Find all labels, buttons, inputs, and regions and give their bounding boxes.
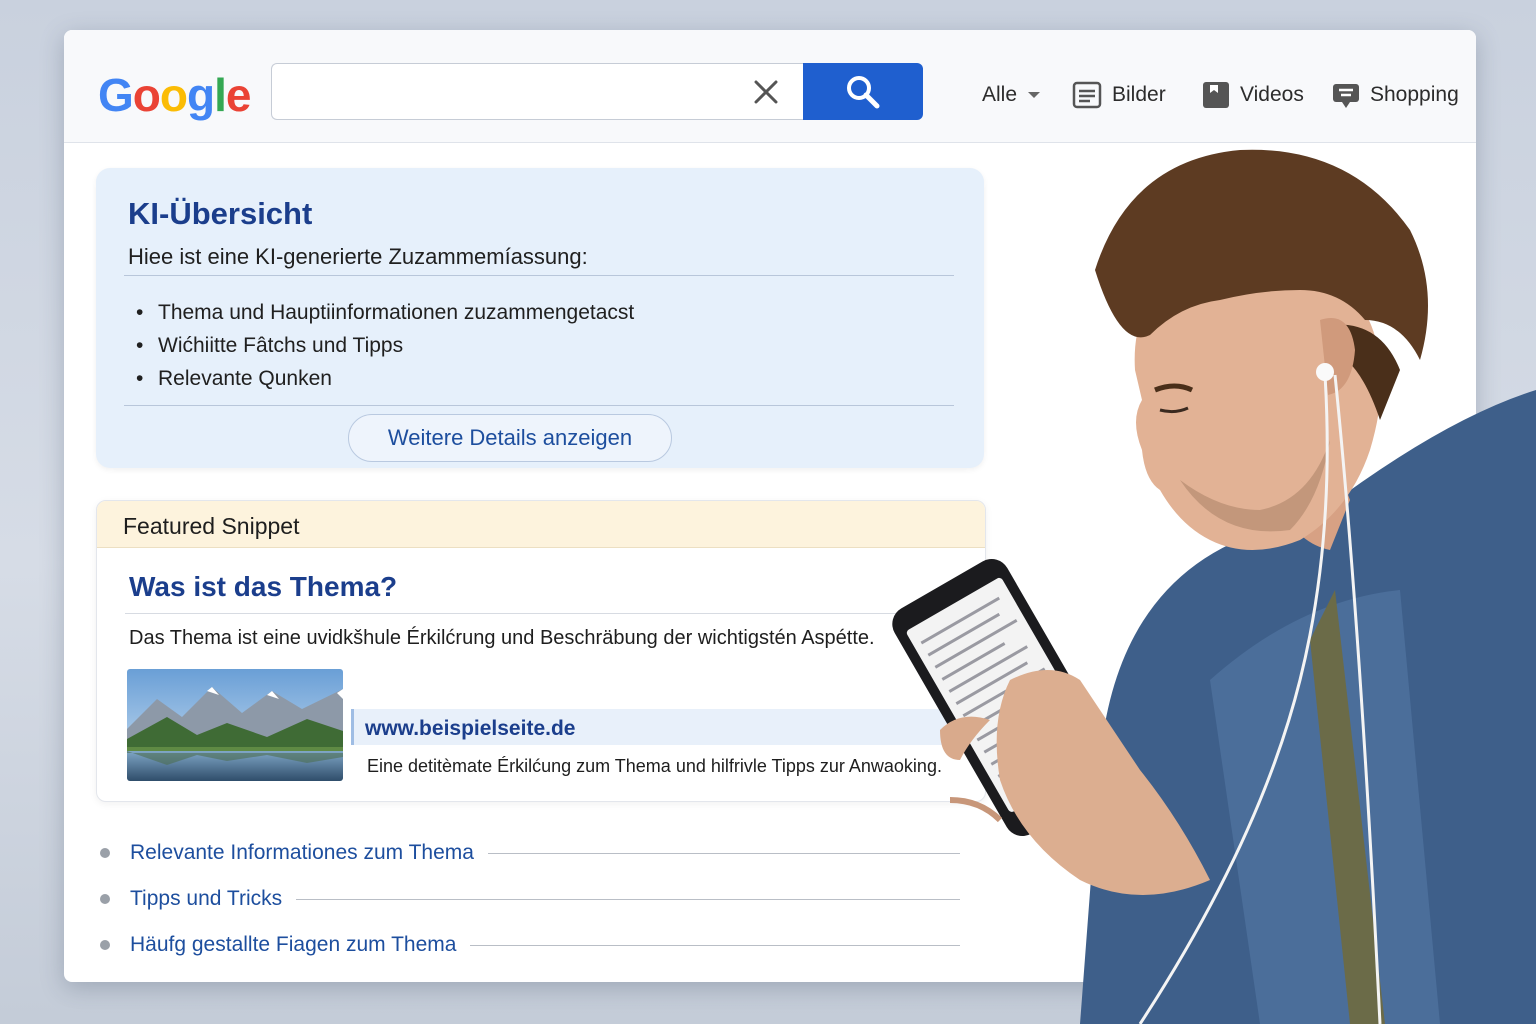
divider [124, 275, 954, 276]
shopping-tag-icon [1333, 84, 1359, 108]
tab-label: Videos [1240, 83, 1304, 106]
related-links-list: Relevante Informationes zum Thema Tipps … [100, 830, 960, 968]
tab-label: Shopping [1370, 83, 1459, 106]
search-input[interactable] [284, 72, 728, 112]
close-icon [754, 80, 778, 104]
featured-snippet-card: Featured Snippet Was ist das Thema? Das … [96, 500, 986, 802]
snippet-question: Was ist das Thema? [129, 571, 398, 602]
ai-overview-card: KI-Übersicht Hiee ist eine KI-generierte… [96, 168, 984, 468]
google-logo[interactable]: Google [98, 68, 251, 122]
ai-overview-title: KI-Übersicht [128, 196, 313, 231]
snippet-description: Das Thema ist eine uvidkšhule Érkilćrung… [129, 627, 875, 649]
featured-snippet-header: Featured Snippet [97, 501, 985, 548]
image-icon [1072, 81, 1102, 109]
search-box[interactable] [271, 63, 804, 120]
ai-overview-list: • Thema und Hauptiinformationen zuzammeng… [136, 296, 634, 395]
landscape-thumbnail[interactable] [127, 669, 343, 781]
related-link[interactable]: Häufg gestallte Fiagen zum Thema [100, 922, 960, 968]
tab-alle[interactable]: Alle [982, 80, 1041, 110]
mountain-lake-image [127, 669, 343, 781]
bullet-icon [100, 940, 110, 950]
bullet-icon [100, 894, 110, 904]
list-item: • Thema und Hauptiinformationen zuzammeng… [136, 301, 635, 324]
related-link[interactable]: Relevante Informationes zum Thema [100, 830, 960, 876]
tab-shopping[interactable]: Shopping [1332, 80, 1459, 110]
ai-overview-subtitle: Hiee ist eine KI-generierte Zuzammemíass… [128, 244, 588, 269]
search-button[interactable] [803, 63, 923, 120]
related-link[interactable]: Tipps und Tricks [100, 876, 960, 922]
tab-bilder[interactable]: Bilder [1072, 80, 1166, 110]
list-item: • Wićhiitte Fâtchs und Tipps [136, 334, 404, 357]
related-link-label: Relevante Informationes zum Thema [130, 841, 474, 864]
video-icon [1203, 82, 1229, 108]
search-icon [847, 76, 880, 109]
result-description: Eine detitèmate Érkilćung zum Thema und … [367, 756, 942, 776]
chevron-down-icon [1028, 92, 1041, 98]
result-link[interactable]: www.beispielseite.de [365, 717, 575, 741]
tab-label: Bilder [1112, 83, 1166, 106]
related-link-label: Häufg gestallte Fiagen zum Thema [130, 933, 457, 956]
list-item: • Relevante Qunken [136, 367, 332, 390]
divider [125, 613, 965, 614]
bullet-icon [100, 848, 110, 858]
person-with-phone-illustration [892, 149, 1536, 1024]
divider [296, 898, 960, 900]
tab-videos[interactable]: Videos [1202, 80, 1304, 110]
related-link-label: Tipps und Tricks [130, 887, 283, 910]
divider [124, 405, 954, 406]
more-details-button[interactable]: Weitere Details anzeigen [348, 414, 672, 462]
tab-label: Alle [982, 83, 1018, 106]
featured-snippet-label: Featured Snippet [123, 513, 300, 539]
clear-search-button[interactable] [750, 76, 782, 108]
